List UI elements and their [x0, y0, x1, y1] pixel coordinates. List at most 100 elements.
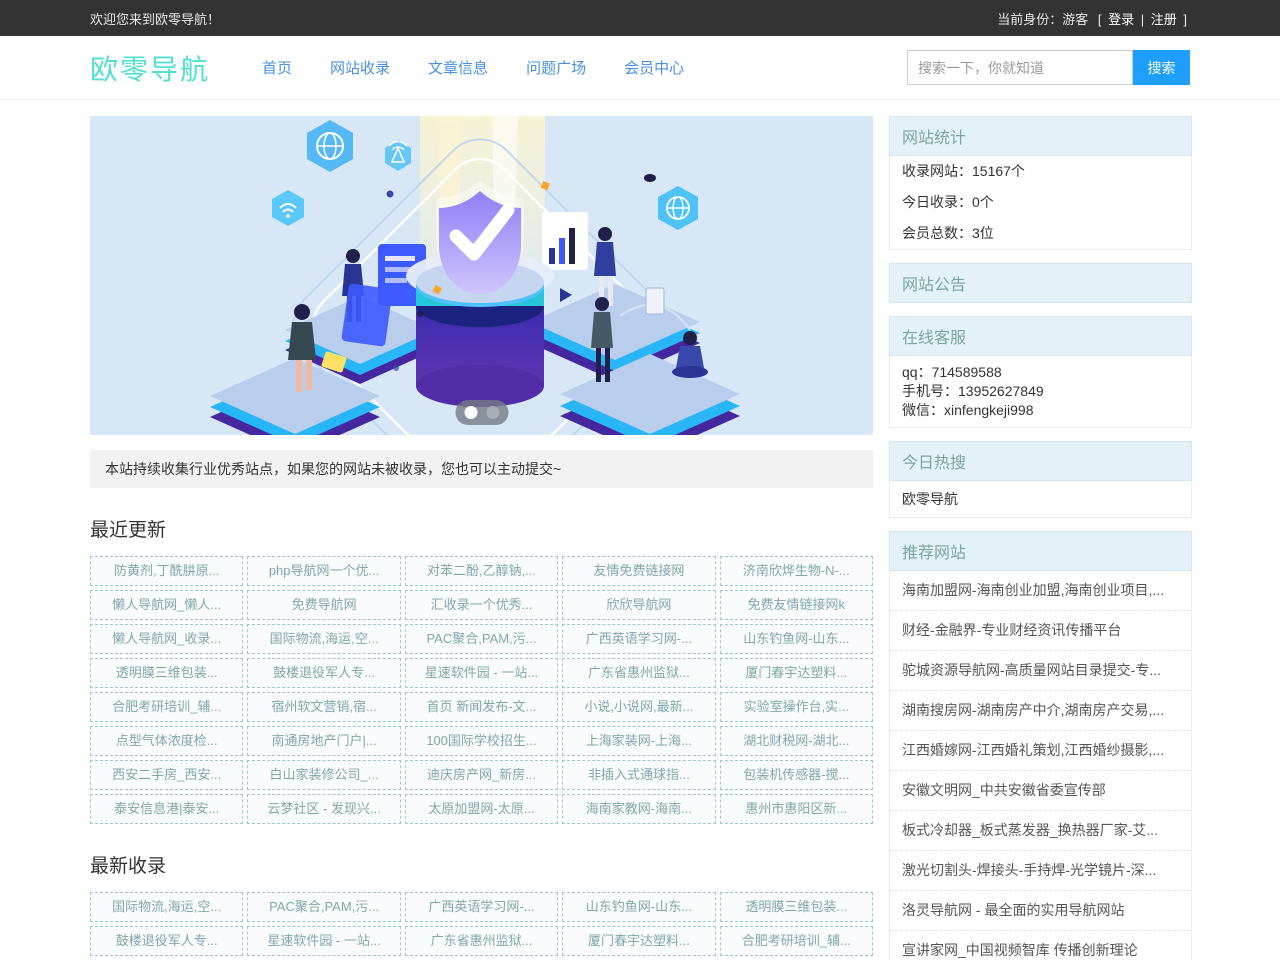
contact-row: qq：714589588 — [902, 363, 1179, 382]
recent-updates-grid: 防黄剂,丁酰肼原...php导航网一个优...对苯二酚,乙醇钠,...友情免费链… — [90, 556, 873, 824]
site-link[interactable]: 白山家装修公司_... — [247, 760, 400, 790]
recommend-site-link[interactable]: 板式冷却器_板式蒸发器_换热器厂家-艾... — [890, 811, 1191, 851]
search-input[interactable] — [907, 50, 1133, 85]
nav-link[interactable]: 网站收录 — [330, 57, 390, 78]
site-link[interactable]: 免费导航网 — [247, 590, 400, 620]
recommend-site-link[interactable]: 安徽文明网_中共安徽省委宣传部 — [890, 771, 1191, 811]
login-link[interactable]: 登录 — [1108, 12, 1134, 27]
site-link[interactable]: 济南欣烨生物-N-... — [720, 556, 873, 586]
site-link[interactable]: 厦门春宇达塑料... — [720, 658, 873, 688]
site-link[interactable]: 防黄剂,丁酰肼原... — [90, 556, 243, 586]
hot-search-panel: 今日热搜 欧零导航 — [889, 441, 1192, 518]
site-link[interactable]: 对苯二酚,乙醇钠,... — [405, 556, 558, 586]
nav-link[interactable]: 首页 — [262, 57, 292, 78]
site-logo[interactable]: 欧零导航 — [90, 48, 210, 88]
site-link[interactable]: 免费友情链接网k — [720, 590, 873, 620]
recommend-site-link[interactable]: 激光切割头-焊接头-手持焊-光学镜片-深... — [890, 851, 1191, 891]
site-link[interactable]: 国际物流,海运,空... — [90, 892, 243, 922]
site-link[interactable]: 广东省惠州监狱... — [405, 926, 558, 956]
welcome-text: 欢迎您来到欧零导航！ — [90, 9, 220, 28]
recommend-site-link[interactable]: 海南加盟网-海南创业加盟,海南创业项目,... — [890, 571, 1191, 611]
recommend-site-link[interactable]: 洛灵导航网 - 最全面的实用导航网站 — [890, 891, 1191, 931]
site-link[interactable]: 山东钓鱼网-山东... — [562, 892, 715, 922]
site-link[interactable]: 实验室操作台,实... — [720, 692, 873, 722]
contact-row: 微信：xinfengkeji998 — [902, 401, 1179, 420]
stat-row: 收录网站：15167个 — [890, 156, 1191, 187]
site-link[interactable]: 鼓楼退役军人专... — [247, 658, 400, 688]
site-link[interactable]: php导航网一个优... — [247, 556, 400, 586]
site-header: 欧零导航 首页 网站收录 文章信息 问题广场 会员中心 搜索 — [0, 36, 1280, 100]
recommend-site-link[interactable]: 江西婚嫁网-江西婚礼策划,江西婚纱摄影,... — [890, 731, 1191, 771]
section-title-recent-updates: 最近更新 — [90, 515, 873, 542]
stat-row: 今日收录：0个 — [890, 187, 1191, 218]
site-link[interactable]: 广东省惠州监狱... — [562, 658, 715, 688]
carousel-dots — [455, 400, 508, 425]
site-link[interactable]: 点型气体浓度检... — [90, 726, 243, 756]
stats-panel: 网站统计 收录网站：15167个今日收录：0个会员总数：3位 — [889, 116, 1192, 250]
banner-illustration — [90, 116, 873, 435]
site-link[interactable]: 非插入式通球指... — [562, 760, 715, 790]
recommend-site-link[interactable]: 湖南搜房网-湖南房产中介,湖南房产交易,... — [890, 691, 1191, 731]
antenna-hexagon-icon — [385, 140, 411, 171]
nav-link[interactable]: 会员中心 — [624, 57, 684, 78]
site-link[interactable]: 云梦社区 - 发现兴... — [247, 794, 400, 824]
site-link[interactable]: PAC聚合,PAM,污... — [247, 892, 400, 922]
customer-service-title: 在线客服 — [889, 316, 1192, 356]
site-link[interactable]: 厦门春宇达塑料... — [562, 926, 715, 956]
site-link[interactable]: 懒人导航网_懒人... — [90, 590, 243, 620]
site-link[interactable]: 山东钓鱼网-山东... — [720, 624, 873, 654]
globe-hexagon-icon — [307, 120, 353, 172]
hot-search-link[interactable]: 欧零导航 — [890, 481, 1191, 517]
site-link[interactable]: 100国际学校招生... — [405, 726, 558, 756]
contact-row: 手机号：13952627849 — [902, 382, 1179, 401]
carousel-dot[interactable] — [486, 406, 499, 419]
site-link[interactable]: 太原加盟网-太原... — [405, 794, 558, 824]
bracket-open: [ — [1098, 12, 1102, 27]
site-link[interactable]: 南通房地产门户|... — [247, 726, 400, 756]
site-link[interactable]: 包装机传感器-搅... — [720, 760, 873, 790]
site-link[interactable]: 懒人导航网_收录... — [90, 624, 243, 654]
search-button[interactable]: 搜索 — [1133, 50, 1190, 85]
site-link[interactable]: 星速软件园 - 一站... — [405, 658, 558, 688]
divider: | — [1141, 12, 1144, 27]
site-link[interactable]: 透明膜三维包装... — [90, 658, 243, 688]
nav-link[interactable]: 文章信息 — [428, 57, 488, 78]
stats-panel-title: 网站统计 — [889, 116, 1192, 156]
site-link[interactable]: 广西英语学习网-... — [405, 892, 558, 922]
recommend-site-link[interactable]: 财经-金融界-专业财经资讯传播平台 — [890, 611, 1191, 651]
site-link[interactable]: 星速软件园 - 一站... — [247, 926, 400, 956]
recommend-site-link[interactable]: 宣讲家网_中国视频智库 传播创新理论 — [890, 931, 1191, 960]
site-link[interactable]: 湖北财税网-湖北... — [720, 726, 873, 756]
nav-link[interactable]: 问题广场 — [526, 57, 586, 78]
carousel-dot-active[interactable] — [464, 406, 477, 419]
register-link[interactable]: 注册 — [1151, 12, 1177, 27]
recommend-panel-title: 推荐网站 — [889, 531, 1192, 571]
recommend-site-link[interactable]: 驼城资源导航网-高质量网站目录提交-专... — [890, 651, 1191, 691]
recommend-panel: 推荐网站 海南加盟网-海南创业加盟,海南创业项目,...财经-金融界-专业财经资… — [889, 531, 1192, 960]
site-link[interactable]: 合肥考研培训_辅... — [720, 926, 873, 956]
site-link[interactable]: 惠州市惠阳区新... — [720, 794, 873, 824]
site-link[interactable]: 西安二手房_西安... — [90, 760, 243, 790]
wifi-hexagon-icon — [272, 190, 304, 226]
top-bar: 欢迎您来到欧零导航！ 当前身份：游客 [ 登录 | 注册 ] — [0, 0, 1280, 36]
site-link[interactable]: 透明膜三维包装... — [720, 892, 873, 922]
site-link[interactable]: 合肥考研培训_辅... — [90, 692, 243, 722]
site-link[interactable]: PAC聚合,PAM,污... — [405, 624, 558, 654]
site-link[interactable]: 汇收录一个优秀... — [405, 590, 558, 620]
site-link[interactable]: 首页 新闻发布-文... — [405, 692, 558, 722]
announcement-panel: 网站公告 — [889, 263, 1192, 303]
site-link[interactable]: 泰安信息港|泰安... — [90, 794, 243, 824]
site-link[interactable]: 国际物流,海运,空... — [247, 624, 400, 654]
globe-hexagon-icon — [658, 186, 698, 230]
site-link[interactable]: 欣欣导航网 — [562, 590, 715, 620]
identity-label: 当前身份：游客 — [997, 12, 1088, 27]
site-link[interactable]: 海南家教网-海南... — [562, 794, 715, 824]
site-link[interactable]: 小说,小说网,最新... — [562, 692, 715, 722]
site-link[interactable]: 鼓楼退役军人专... — [90, 926, 243, 956]
site-link[interactable]: 迪庆房产网_新房... — [405, 760, 558, 790]
site-link[interactable]: 友情免费链接网 — [562, 556, 715, 586]
site-link[interactable]: 上海家装网-上海... — [562, 726, 715, 756]
site-link[interactable]: 广西英语学习网-... — [562, 624, 715, 654]
site-link[interactable]: 宿州软文营销,宿... — [247, 692, 400, 722]
identity-area: 当前身份：游客 [ 登录 | 注册 ] — [994, 9, 1190, 28]
